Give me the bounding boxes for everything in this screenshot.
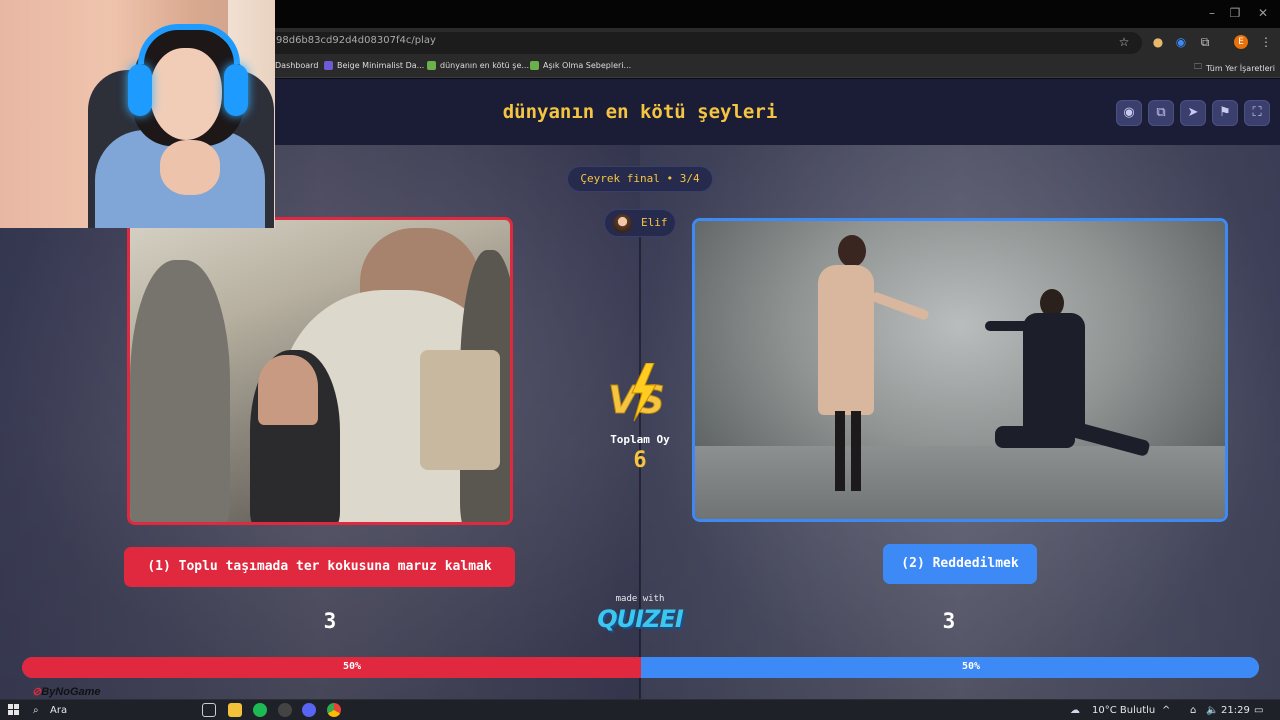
bookmark-favicon-icon — [530, 61, 539, 70]
tray-chevron-icon[interactable]: ^ — [1162, 703, 1170, 718]
copy-icon[interactable]: ⧉ — [1148, 100, 1174, 126]
vote-count-right: 3 — [942, 609, 956, 633]
file-explorer-icon[interactable] — [228, 703, 242, 717]
network-icon[interactable]: ⌂ — [1190, 703, 1196, 718]
made-with-label: made with — [615, 594, 665, 604]
close-icon[interactable]: ✕ — [1256, 6, 1270, 20]
bookmark-item[interactable]: Aşık Olma Sebepleri... — [530, 61, 631, 70]
url-text: 98d6b83cd92d4d08307f4c/play — [276, 35, 436, 46]
vote-percent-left: 50% — [342, 661, 362, 672]
vs-icon: VS — [608, 363, 665, 423]
page-title: dünyanın en kötü şeyleri — [502, 101, 778, 123]
option-card-right[interactable] — [692, 218, 1228, 522]
flag-icon[interactable]: ⚑ — [1212, 100, 1238, 126]
vote-count-left: 3 — [323, 609, 337, 633]
cloud-icon: ☁ — [1070, 705, 1080, 716]
clock[interactable]: 21:29 — [1221, 703, 1250, 718]
option-image-right — [695, 221, 1225, 519]
all-bookmarks[interactable]: 🗀 Tüm Yer İşaretleri — [1194, 61, 1275, 75]
option-button-left[interactable]: (1) Toplu taşımada ter kokusuna maruz ka… — [124, 547, 515, 587]
wifi-icon[interactable]: ◉ — [1173, 34, 1189, 50]
bookmark-favicon-icon — [427, 61, 436, 70]
menu-icon[interactable]: ⋮ — [1258, 34, 1274, 50]
avatar — [613, 214, 632, 233]
headphones-icon — [138, 24, 240, 64]
quizei-logo[interactable]: QUIZEI — [596, 605, 684, 635]
total-votes-label: Toplam Oy — [610, 433, 670, 446]
windows-start-icon[interactable] — [8, 704, 20, 716]
bookmark-item[interactable]: Beige Minimalist Da... — [324, 61, 424, 70]
restore-icon[interactable]: ❐ — [1228, 6, 1242, 20]
chrome-icon[interactable] — [327, 703, 341, 717]
obs-icon[interactable] — [278, 703, 292, 717]
total-votes-value: 6 — [633, 448, 647, 473]
round-badge: Çeyrek final • 3/4 — [567, 166, 713, 192]
folder-icon: 🗀 — [1194, 62, 1202, 71]
profile-avatar[interactable]: E — [1234, 35, 1248, 49]
windows-taskbar: ⌕ Ara ☁ 10°C Bulutlu ^ ⌂ 🔈 21:29 ▭ — [0, 699, 1280, 720]
vote-progress-bar: 50% 50% — [22, 657, 1259, 678]
bookmark-favicon-icon — [324, 61, 333, 70]
eye-icon[interactable]: ◉ — [1116, 100, 1142, 126]
bookmark-item[interactable]: dünyanın en kötü şe... — [427, 61, 529, 70]
star-icon[interactable]: ☆ — [1116, 34, 1132, 50]
bookmark-item[interactable]: Dashboard — [275, 61, 318, 70]
fullscreen-icon[interactable]: ⛶ — [1244, 100, 1270, 126]
watermark-logo: ⊘ByNoGame — [32, 686, 101, 698]
player-name: Elif — [641, 216, 668, 229]
weather-text[interactable]: 10°C Bulutlu — [1092, 703, 1155, 718]
vote-percent-right: 50% — [961, 661, 981, 672]
extension-icon[interactable]: ● — [1150, 34, 1166, 50]
search-icon[interactable]: ⌕ — [33, 703, 39, 718]
option-button-right[interactable]: (2) Reddedilmek — [883, 544, 1037, 584]
volume-icon[interactable]: 🔈 — [1206, 703, 1218, 718]
option-image-left — [130, 220, 510, 522]
task-view-icon[interactable] — [202, 703, 216, 717]
discord-icon[interactable] — [302, 703, 316, 717]
option-card-left[interactable] — [127, 217, 513, 525]
send-icon[interactable]: ➤ — [1180, 100, 1206, 126]
address-bar[interactable]: 98d6b83cd92d4d08307f4c/play — [262, 32, 1142, 54]
puzzle-icon[interactable]: ⧉ — [1197, 34, 1213, 50]
minimize-icon[interactable]: – — [1205, 6, 1219, 20]
webcam-overlay — [0, 0, 275, 228]
player-badge: Elif — [604, 209, 676, 237]
spotify-icon[interactable] — [253, 703, 267, 717]
notification-icon[interactable]: ▭ — [1254, 703, 1263, 718]
taskbar-search-label[interactable]: Ara — [50, 703, 67, 718]
